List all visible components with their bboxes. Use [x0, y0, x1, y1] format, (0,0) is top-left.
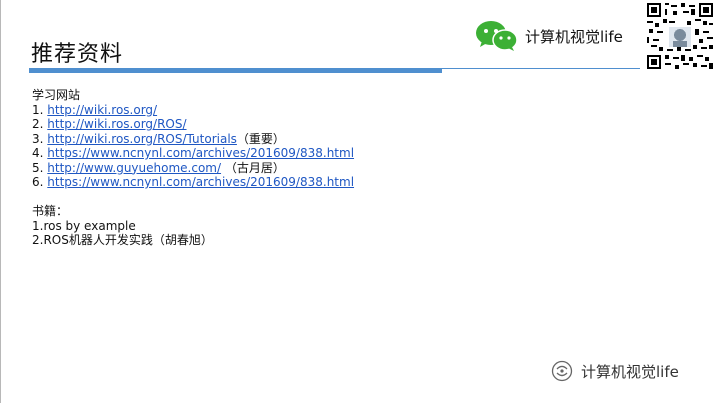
website-link[interactable]: https://www.ncnynl.com/archives/201609/8… — [47, 146, 354, 160]
content-body: 学习网站 1. http://wiki.ros.org/ 2. http://w… — [32, 88, 354, 248]
item-number: 5. — [32, 160, 44, 175]
book-item: 2.ROS机器人开发实践（胡春旭） — [32, 233, 213, 247]
title-underline — [29, 68, 442, 73]
list-item: 1. http://wiki.ros.org/ — [32, 103, 354, 118]
website-link[interactable]: http://wiki.ros.org/ — [47, 103, 157, 117]
wechat-icon — [476, 21, 518, 51]
list-item: 4. https://www.ncnynl.com/archives/20160… — [32, 146, 354, 161]
slide: 推荐资料 计算机视觉life 学习网站 1. http://wiki.ros.o… — [0, 0, 722, 403]
watermark: 计算机视觉life — [551, 360, 679, 382]
brand-header: 计算机视觉life — [475, 20, 623, 52]
item-number: 1. — [32, 102, 44, 117]
list-item: 2. http://wiki.ros.org/ROS/ — [32, 117, 354, 132]
item-number: 4. — [32, 146, 44, 160]
item-note: （重要） — [236, 131, 285, 146]
item-number: 6. — [32, 175, 44, 189]
qr-code-icon — [647, 3, 713, 69]
book-item: 1.ros by example — [32, 218, 136, 233]
brand-name: 计算机视觉life — [525, 27, 623, 46]
item-note: （古月居） — [224, 160, 285, 175]
wechat-official-icon — [551, 360, 573, 382]
title-underline-thin — [442, 68, 640, 69]
website-link[interactable]: http://www.guyuehome.com/ — [47, 161, 221, 175]
website-link[interactable]: http://wiki.ros.org/ROS/Tutorials — [47, 132, 237, 146]
list-item: 6. https://www.ncnynl.com/archives/20160… — [32, 175, 354, 190]
section-heading-websites: 学习网站 — [32, 88, 81, 102]
list-item: 5. http://www.guyuehome.com/ （古月居） — [32, 161, 354, 176]
list-item: 3. http://wiki.ros.org/ROS/Tutorials（重要） — [32, 132, 354, 147]
website-link[interactable]: http://wiki.ros.org/ROS/ — [47, 117, 186, 131]
slide-title: 推荐资料 — [31, 42, 124, 67]
item-number: 3. — [32, 131, 44, 146]
website-link[interactable]: https://www.ncnynl.com/archives/201609/8… — [47, 175, 354, 189]
section-heading-books: 书籍： — [32, 204, 69, 218]
item-number: 2. — [32, 117, 44, 131]
watermark-text: 计算机视觉life — [581, 362, 679, 381]
